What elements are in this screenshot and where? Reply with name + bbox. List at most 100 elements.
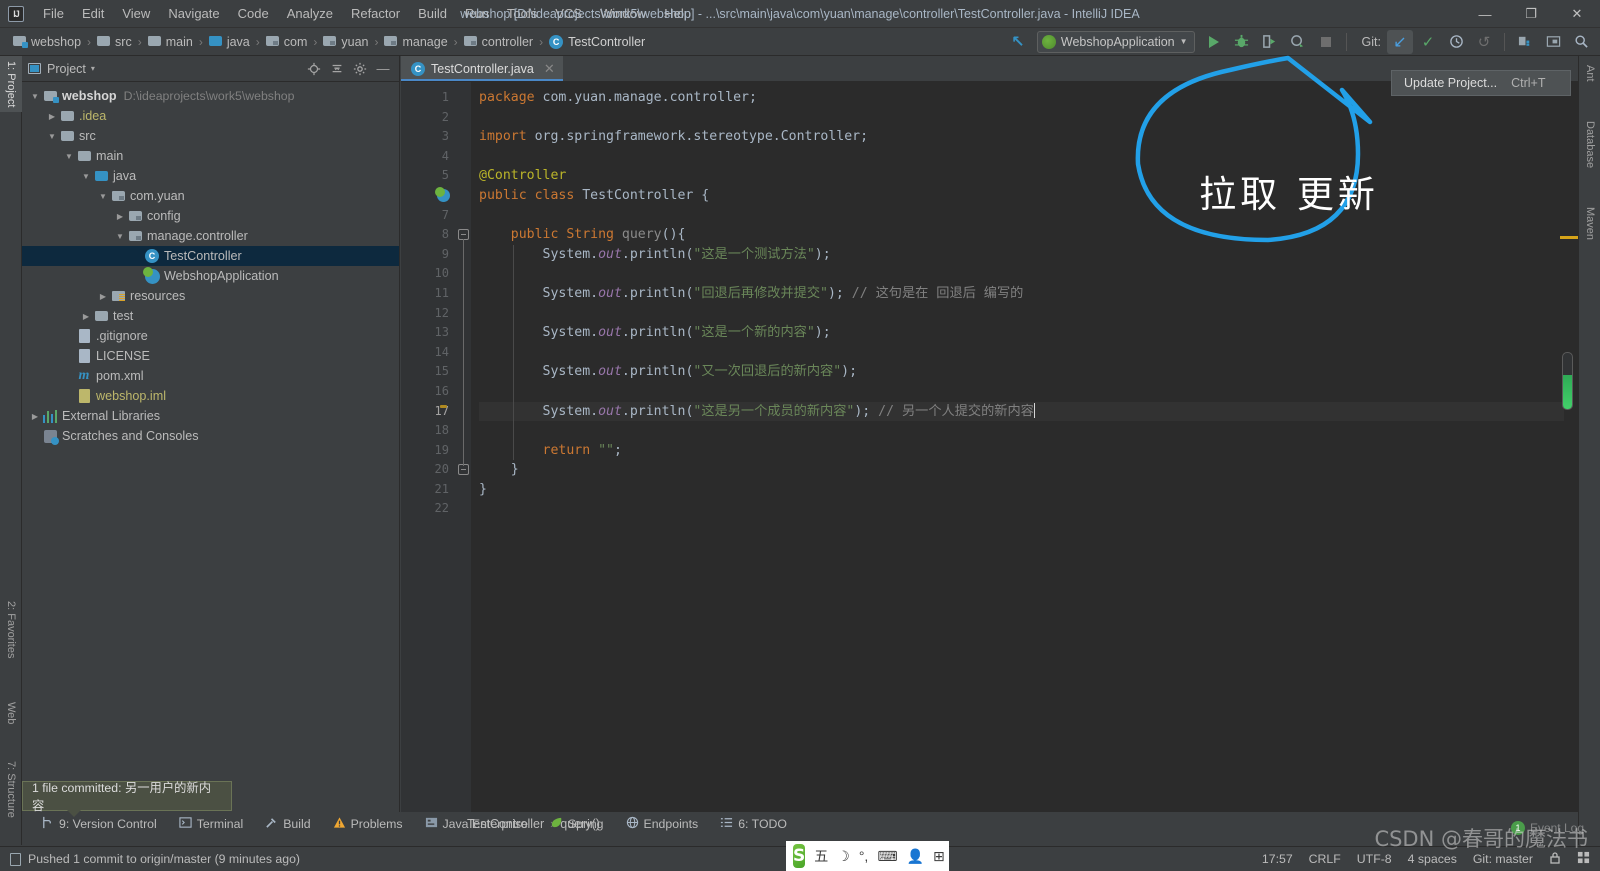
tree-item-testcontroller[interactable]: C TestController [22,246,399,266]
collapse-all-icon[interactable] [327,59,347,79]
bottom-tab-problems[interactable]: Problems [322,814,414,834]
menu-item-edit[interactable]: Edit [73,2,113,25]
tree-item-webshop-iml[interactable]: webshop.iml [22,386,399,406]
chevron-right-icon[interactable]: ▶ [45,112,59,121]
code-line[interactable]: import org.springframework.stereotype.Co… [479,127,1578,147]
minimize-button[interactable]: — [1462,0,1508,28]
tab-testcontroller-java[interactable]: C TestController.java ✕ [401,56,563,81]
sidebar-item-favorites[interactable]: 2: Favorites [0,596,22,663]
code-editor[interactable]: 12345678910111213141516171819202122 pack… [401,82,1578,812]
tree-item-java[interactable]: ▼ java [22,166,399,186]
chevron-right-icon[interactable]: ▶ [79,312,93,321]
editor-marker-column[interactable] [1564,82,1578,812]
code-line[interactable] [479,304,1578,324]
menu-item-code[interactable]: Code [229,2,278,25]
close-icon[interactable]: ✕ [544,61,555,77]
tree-item-config[interactable]: ▶ config [22,206,399,226]
sidebar-item-database[interactable]: Database [1579,116,1600,173]
breadcrumb-item-java[interactable]: java [206,33,253,51]
sidebar-item-structure[interactable]: 7: Structure [0,756,22,823]
spring-bean-icon[interactable] [435,187,453,205]
ime-user-icon[interactable]: 👤 [907,848,924,865]
code-line[interactable]: System.out.println("这是另一个成员的新内容"); // 另一… [479,401,1578,422]
bottom-tab-spring[interactable]: Spring [539,814,615,834]
code-line[interactable] [479,206,1578,226]
menu-item-navigate[interactable]: Navigate [159,2,228,25]
code-line[interactable]: public class TestController { [479,186,1578,206]
ime-toolbox-icon[interactable]: ⊞ [933,848,945,865]
sidebar-item-ant[interactable]: Ant [1579,60,1600,87]
chevron-down-icon[interactable]: ▼ [79,172,93,181]
code-line[interactable] [479,499,1578,519]
editor-gutter[interactable]: 12345678910111213141516171819202122 [401,82,457,812]
debug-icon[interactable] [1229,30,1255,54]
ime-moon-icon[interactable]: ☽ [837,848,850,865]
code-content[interactable]: package com.yuan.manage.controller; impor… [471,82,1578,812]
git-update-icon[interactable]: ↙ [1387,29,1413,54]
code-line[interactable]: System.out.println("这是一个测试方法"); [479,245,1578,265]
chevron-right-icon[interactable]: ▶ [113,212,127,221]
tree-item-pom-xml[interactable]: m pom.xml [22,366,399,386]
sogou-ime-bar[interactable]: S 五 ☽ °, ⌨ 👤 ⊞ [786,841,949,871]
editor-warning-marker[interactable] [1560,236,1578,239]
sidebar-item-project[interactable]: 1: Project [0,56,22,113]
tree-item-com-yuan[interactable]: ▼ com.yuan [22,186,399,206]
status-indent[interactable]: 4 spaces [1408,852,1457,866]
menu-item-refactor[interactable]: Refactor [342,2,409,25]
event-log-icon[interactable] [1577,851,1590,867]
tree-item-webshop[interactable]: ▼ webshop D:\ideaprojects\work5\webshop [22,86,399,106]
tree-item-src[interactable]: ▼ src [22,126,399,146]
sidebar-item-web[interactable]: Web [0,697,22,729]
maximize-button[interactable]: ❐ [1508,0,1554,28]
code-line[interactable]: System.out.println("回退后再修改并提交"); // 这句是在… [479,284,1578,304]
code-line[interactable] [479,147,1578,167]
status-line-separator[interactable]: CRLF [1309,852,1341,866]
chevron-down-icon[interactable]: ▼ [113,232,127,241]
search-everywhere-icon[interactable] [1568,30,1594,54]
breadcrumb-item-yuan[interactable]: yuan [320,33,371,51]
chevron-down-icon[interactable]: ▼ [96,192,110,201]
project-structure-icon[interactable] [1512,30,1538,54]
breadcrumb-item-manage[interactable]: manage [381,33,450,51]
tree-item-test[interactable]: ▶ test [22,306,399,326]
bottom-tab-java-enterprise[interactable]: Java Enterprise [414,814,539,834]
tree-item-scratches-and-consoles[interactable]: Scratches and Consoles [22,426,399,446]
git-history-icon[interactable] [1443,30,1469,54]
tree-item--gitignore[interactable]: .gitignore [22,326,399,346]
close-button[interactable]: ✕ [1554,0,1600,28]
fold-column[interactable] [457,82,471,812]
chevron-down-icon[interactable]: ▼ [62,152,76,161]
hide-icon[interactable]: — [373,59,393,79]
run-icon[interactable] [1201,30,1227,54]
breadcrumb-item-src[interactable]: src [94,33,135,51]
menu-item-file[interactable]: File [34,2,73,25]
tree-item-manage-controller[interactable]: ▼ manage.controller [22,226,399,246]
update-project-icon[interactable]: ↖ [1005,30,1031,54]
code-line[interactable]: System.out.println("这是一个新的内容"); [479,323,1578,343]
chevron-down-icon[interactable]: ▼ [28,92,42,101]
ime-punctuation-icon[interactable]: °, [859,848,869,864]
tree-item-external-libraries[interactable]: ▶ External Libraries [22,406,399,426]
code-line[interactable]: @Controller [479,166,1578,186]
run-configuration-selector[interactable]: WebshopApplication ▼ [1036,30,1195,53]
code-line[interactable] [479,264,1578,284]
ime-mode-icon[interactable]: 五 [814,846,828,866]
tree-item-webshopapplication[interactable]: WebshopApplication [22,266,399,286]
sogou-logo-icon[interactable]: S [793,844,806,868]
lock-icon[interactable] [1549,851,1561,868]
chevron-down-icon[interactable]: ▼ [45,132,59,141]
inspection-status-widget[interactable] [1562,352,1573,410]
chevron-down-icon[interactable]: ▾ [91,64,95,73]
chevron-right-icon[interactable]: ▶ [96,292,110,301]
code-line[interactable]: public String query(){ [479,225,1578,245]
code-line[interactable] [479,343,1578,363]
settings-gear-icon[interactable] [350,59,370,79]
bottom-tab-endpoints[interactable]: Endpoints [615,814,710,834]
bottom-tab-6-todo[interactable]: 6: TODO [709,814,798,834]
run-with-coverage-icon[interactable] [1257,30,1283,54]
code-line[interactable]: System.out.println("又一次回退后的新内容"); [479,362,1578,382]
intention-bulb-icon[interactable] [437,405,453,421]
menu-item-build[interactable]: Build [409,2,456,25]
tree-item-license[interactable]: LICENSE [22,346,399,366]
code-line[interactable] [479,382,1578,402]
